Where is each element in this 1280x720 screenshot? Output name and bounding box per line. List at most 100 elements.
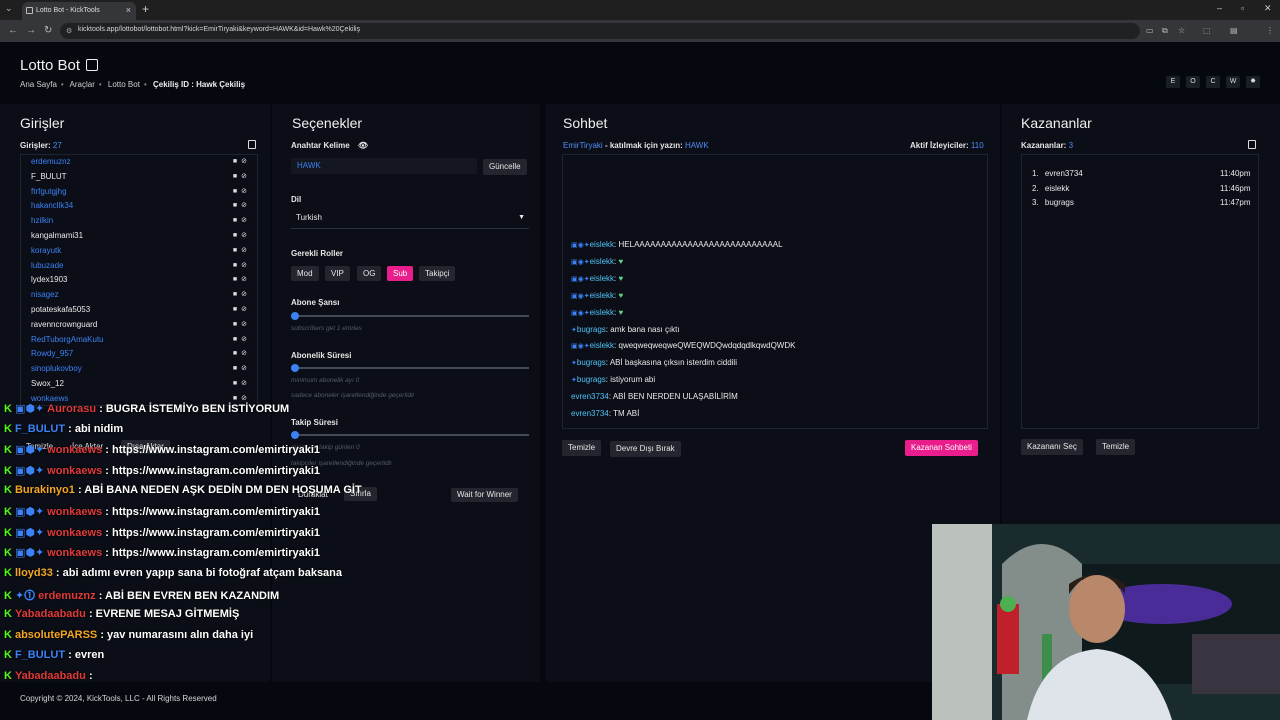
clear-chat-button[interactable]: Temizle	[562, 440, 602, 456]
w-icon[interactable]: W	[1226, 76, 1240, 88]
url-field[interactable]: ⚙ kicktools.app/lottobot/lottobot.html?k…	[60, 23, 1140, 39]
window-close-icon[interactable]: ✕	[1264, 3, 1272, 14]
square-icon[interactable]: ■	[233, 188, 237, 195]
chat-username[interactable]: eislekk	[590, 341, 614, 350]
sub-duration-slider[interactable]	[291, 364, 529, 372]
breadcrumb-lotto-bot[interactable]: Lotto Bot	[108, 80, 140, 89]
slider-knob[interactable]	[291, 364, 299, 372]
copy-entries-icon[interactable]	[248, 140, 256, 149]
ban-icon[interactable]: ⊘	[241, 158, 247, 165]
square-icon[interactable]: ■	[233, 173, 237, 180]
winner-chat-button[interactable]: Kazanan Sohbeti	[905, 440, 978, 456]
chat-username[interactable]: evren3734	[571, 409, 609, 418]
entry-username[interactable]: korayutk	[31, 246, 61, 255]
ban-icon[interactable]: ⊘	[241, 232, 247, 239]
square-icon[interactable]: ■	[233, 232, 237, 239]
entry-username[interactable]: RedTuborgAmaKutu	[31, 335, 104, 344]
square-icon[interactable]: ■	[233, 321, 237, 328]
o-icon[interactable]: O	[1186, 76, 1200, 88]
entry-username[interactable]: sinoplukovboy	[31, 364, 82, 373]
role-sub-button[interactable]: Sub	[387, 266, 414, 281]
theme-icon[interactable]: ✸	[1246, 76, 1260, 88]
breadcrumb-home[interactable]: Ana Sayfa	[20, 80, 57, 89]
chat-username[interactable]: evren3734	[571, 392, 609, 401]
language-select[interactable]: Turkish ▼	[291, 213, 529, 229]
chat-username[interactable]: eislekk	[590, 274, 614, 283]
entry-username[interactable]: hakancllk34	[31, 201, 73, 210]
entry-username[interactable]: ftrfgutgjhg	[31, 187, 67, 196]
square-icon[interactable]: ■	[233, 158, 237, 165]
winner-username[interactable]: bugrags	[1045, 198, 1074, 207]
chat-username[interactable]: bugrags	[577, 375, 606, 384]
ban-icon[interactable]: ⊘	[241, 188, 247, 195]
browser-tab[interactable]: Lotto Bot - KickTools ×	[22, 2, 136, 20]
chat-username[interactable]: bugrags	[577, 325, 606, 334]
ban-icon[interactable]: ⊘	[241, 350, 247, 357]
square-icon[interactable]: ■	[233, 262, 237, 269]
sub-chance-slider[interactable]	[291, 312, 529, 320]
update-keyword-button[interactable]: Güncelle	[483, 159, 527, 175]
forward-icon[interactable]: →	[26, 25, 36, 36]
square-icon[interactable]: ■	[233, 202, 237, 209]
chat-username[interactable]: bugrags	[577, 358, 606, 367]
minimize-icon[interactable]: –	[1217, 3, 1222, 13]
ban-icon[interactable]: ⊘	[241, 380, 247, 387]
new-tab-icon[interactable]: +	[142, 2, 149, 16]
slider-knob[interactable]	[291, 431, 299, 439]
close-tab-icon[interactable]: ×	[126, 5, 131, 15]
site-info-icon[interactable]: ⚙	[66, 27, 72, 35]
chat-username[interactable]: eislekk	[590, 308, 614, 317]
e-icon[interactable]: E	[1166, 76, 1180, 88]
ban-icon[interactable]: ⊘	[241, 247, 247, 254]
entry-username[interactable]: ravenncrownguard	[31, 320, 97, 329]
role-takipçi-button[interactable]: Takipçi	[419, 266, 456, 281]
chat-username[interactable]: eislekk	[590, 240, 614, 249]
entry-username[interactable]: lubuzade	[31, 261, 63, 270]
square-icon[interactable]: ■	[233, 350, 237, 357]
maximize-icon[interactable]: ▫	[1241, 3, 1244, 13]
winner-username[interactable]: evren3734	[1045, 169, 1083, 178]
ban-icon[interactable]: ⊘	[241, 202, 247, 209]
wait-for-winner-button[interactable]: Wait for Winner	[451, 488, 518, 502]
entry-username[interactable]: Rowdy_957	[31, 349, 73, 358]
ban-icon[interactable]: ⊘	[241, 276, 247, 283]
pick-winner-button[interactable]: Kazananı Seç	[1021, 439, 1083, 455]
back-icon[interactable]: ←	[8, 25, 18, 36]
role-og-button[interactable]: OG	[357, 266, 382, 281]
chat-username[interactable]: eislekk	[590, 257, 614, 266]
entry-username[interactable]: kangalmami31	[31, 231, 83, 240]
breadcrumb-tools[interactable]: Araçlar	[70, 80, 95, 89]
winner-username[interactable]: eislekk	[1045, 184, 1069, 193]
square-icon[interactable]: ■	[233, 306, 237, 313]
square-icon[interactable]: ■	[233, 276, 237, 283]
entry-username[interactable]: lydex1903	[31, 275, 67, 284]
ban-icon[interactable]: ⊘	[241, 365, 247, 372]
entry-username[interactable]: nisagez	[31, 290, 59, 299]
square-icon[interactable]: ■	[233, 336, 237, 343]
translate-icon[interactable]: ⧉	[1162, 26, 1168, 36]
ban-icon[interactable]: ⊘	[241, 336, 247, 343]
slider-knob[interactable]	[291, 312, 299, 320]
entry-username[interactable]: Swox_12	[31, 379, 64, 388]
copy-winners-icon[interactable]	[1248, 140, 1256, 149]
profile-icon[interactable]: ▤	[1230, 26, 1238, 35]
c-icon[interactable]: C	[1206, 76, 1220, 88]
reload-icon[interactable]: ↻	[44, 25, 52, 36]
eye-icon[interactable]: 👁	[358, 141, 368, 150]
ban-icon[interactable]: ⊘	[241, 291, 247, 298]
entry-username[interactable]: potateskafa5053	[31, 305, 90, 314]
entry-username[interactable]: F_BULUT	[31, 172, 67, 181]
follow-duration-slider[interactable]	[291, 431, 529, 439]
chat-username[interactable]: eislekk	[590, 291, 614, 300]
entry-username[interactable]: erdemuznz	[31, 157, 71, 166]
ban-icon[interactable]: ⊘	[241, 173, 247, 180]
keyword-input[interactable]: HAWK	[291, 158, 477, 174]
ban-icon[interactable]: ⊘	[241, 306, 247, 313]
role-vip-button[interactable]: VIP	[325, 266, 350, 281]
square-icon[interactable]: ■	[233, 395, 237, 402]
ban-icon[interactable]: ⊘	[241, 217, 247, 224]
bookmark-star-icon[interactable]: ☆	[1178, 26, 1185, 35]
menu-icon[interactable]: ⋮	[1266, 26, 1274, 35]
square-icon[interactable]: ■	[233, 291, 237, 298]
tab-search-icon[interactable]: ⌄	[5, 3, 13, 14]
